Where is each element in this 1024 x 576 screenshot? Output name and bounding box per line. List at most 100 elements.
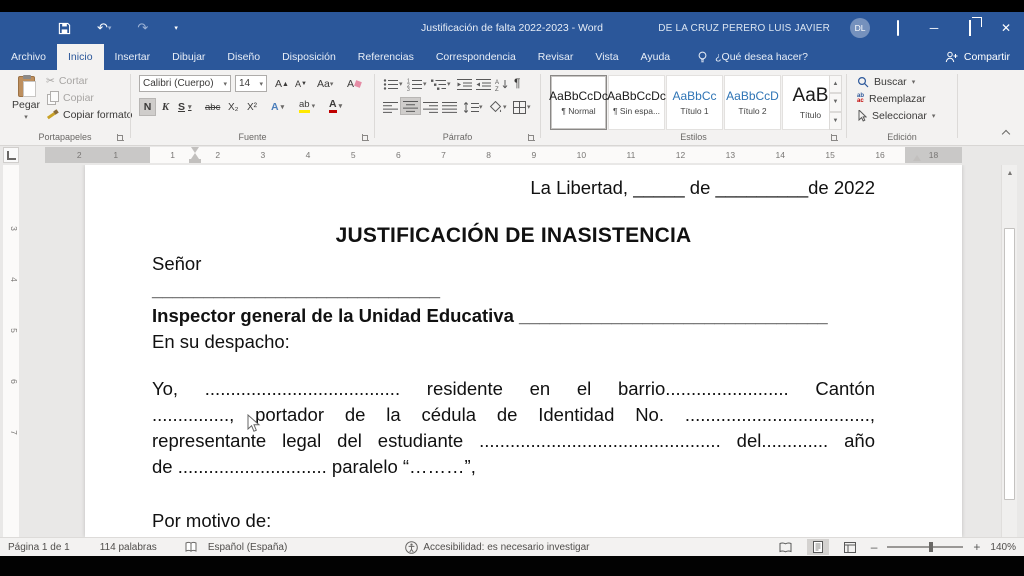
tab-inicio[interactable]: Inicio bbox=[57, 44, 104, 70]
font-name-combo[interactable]: Calibri (Cuerpo)▾ bbox=[139, 75, 231, 92]
font-size-combo[interactable]: 14▾ bbox=[235, 75, 267, 92]
bold-button[interactable]: N bbox=[139, 98, 156, 116]
tab-insertar[interactable]: Insertar bbox=[104, 44, 162, 70]
tab-stop-selector[interactable] bbox=[3, 147, 19, 163]
align-center-button[interactable] bbox=[400, 97, 421, 115]
sort-button[interactable]: AZ bbox=[493, 75, 511, 93]
shading-button[interactable]: ▾ bbox=[487, 98, 509, 116]
text-effects-button[interactable]: A▾ bbox=[269, 98, 286, 116]
shrink-font-button[interactable]: A▼ bbox=[293, 75, 309, 93]
justify-button[interactable] bbox=[440, 98, 459, 116]
tab-revisar[interactable]: Revisar bbox=[527, 44, 585, 70]
gallery-up-icon[interactable]: ▲ bbox=[829, 75, 842, 93]
clipboard-icon bbox=[18, 76, 35, 97]
italic-button[interactable]: K bbox=[160, 98, 171, 116]
numbering-button[interactable]: 123▾ bbox=[405, 75, 429, 93]
tab-vista[interactable]: Vista bbox=[584, 44, 629, 70]
superscript-button[interactable]: X² bbox=[245, 98, 259, 116]
style-sin-espaciado[interactable]: AaBbCcDc ¶ Sin espa... bbox=[608, 75, 665, 130]
zoom-level[interactable]: 140% bbox=[990, 542, 1016, 553]
collapse-ribbon-icon[interactable] bbox=[1002, 129, 1010, 137]
body-line: Yo, ....................................… bbox=[152, 376, 875, 402]
proofing-icon[interactable] bbox=[185, 541, 198, 553]
vertical-scrollbar[interactable]: ▲ bbox=[1001, 165, 1017, 537]
ruler-left-margin: 21 bbox=[45, 147, 150, 163]
tab-referencias[interactable]: Referencias bbox=[347, 44, 425, 70]
tab-diseno[interactable]: Diseño bbox=[216, 44, 271, 70]
zoom-out-button[interactable]: – bbox=[871, 540, 878, 554]
document-page[interactable]: La Libertad, _____ de _________de 2022 J… bbox=[85, 165, 962, 537]
paste-dropdown-icon[interactable]: ▾ bbox=[24, 113, 28, 121]
restore-icon[interactable] bbox=[962, 21, 978, 35]
multilevel-list-button[interactable]: ▾ bbox=[429, 75, 453, 93]
qat-customize-icon[interactable]: ▾ bbox=[174, 24, 178, 32]
font-color-button[interactable]: A▾ bbox=[327, 97, 344, 115]
find-button[interactable]: Buscar▾ bbox=[857, 76, 935, 88]
pilcrow-button[interactable]: ¶ bbox=[512, 74, 522, 92]
gallery-down-icon[interactable]: ▼ bbox=[829, 93, 842, 111]
bullets-button[interactable]: ▾ bbox=[381, 75, 405, 93]
read-mode-icon[interactable] bbox=[775, 539, 797, 555]
close-icon[interactable]: ✕ bbox=[998, 21, 1014, 35]
print-layout-icon[interactable] bbox=[807, 539, 829, 555]
vertical-ruler[interactable]: 34567 bbox=[3, 165, 19, 537]
zoom-slider[interactable] bbox=[887, 546, 963, 548]
change-case-button[interactable]: Aa▾ bbox=[315, 75, 335, 93]
account-name[interactable]: DE LA CRUZ PERERO LUIS JAVIER bbox=[658, 23, 830, 34]
statusbar-right: – + 140% bbox=[775, 539, 1024, 555]
strikethrough-button[interactable]: abc bbox=[203, 98, 222, 116]
paste-button[interactable]: Pegar ▾ bbox=[8, 74, 44, 132]
undo-button[interactable]: ↶▾ bbox=[97, 20, 111, 36]
avatar[interactable]: DL bbox=[850, 18, 870, 38]
increase-indent-button[interactable] bbox=[474, 75, 493, 93]
title-bar: Justificación de falta 2022-2023 - Word … bbox=[0, 12, 1024, 44]
left-indent-marker[interactable] bbox=[189, 159, 201, 163]
style-normal[interactable]: AaBbCcDc ¶ Normal bbox=[550, 75, 607, 130]
horizontal-ruler[interactable]: 21 12345678910111213141516 18 bbox=[45, 147, 962, 163]
ribbon-display-options-icon[interactable] bbox=[890, 21, 906, 35]
word-count[interactable]: 114 palabras bbox=[100, 542, 157, 553]
tab-dibujar[interactable]: Dibujar bbox=[161, 44, 216, 70]
portapapeles-dialog-launcher-icon[interactable] bbox=[117, 134, 124, 141]
document-salutation: Señor bbox=[152, 251, 875, 277]
cut-button: ✂Cortar bbox=[46, 75, 132, 87]
highlight-button[interactable]: ab▾ bbox=[297, 97, 317, 115]
tab-archivo[interactable]: Archivo bbox=[0, 44, 57, 70]
document-office-line: En su despacho: bbox=[152, 329, 875, 355]
language-indicator[interactable]: Español (España) bbox=[208, 542, 288, 553]
borders-button[interactable]: ▾ bbox=[511, 98, 533, 116]
style-titulo-2[interactable]: AaBbCcD Título 2 bbox=[724, 75, 781, 130]
web-layout-icon[interactable] bbox=[839, 539, 861, 555]
minimize-icon[interactable]: ─ bbox=[926, 21, 942, 35]
decrease-indent-button[interactable] bbox=[455, 75, 474, 93]
page-indicator[interactable]: Página 1 de 1 bbox=[8, 542, 70, 553]
select-button[interactable]: Seleccionar▾ bbox=[857, 110, 935, 122]
style-titulo-1[interactable]: AaBbCc Título 1 bbox=[666, 75, 723, 130]
save-icon[interactable] bbox=[58, 22, 71, 35]
zoom-in-button[interactable]: + bbox=[973, 540, 980, 554]
group-label-portapapeles: Portapapeles bbox=[0, 132, 130, 142]
tab-ayuda[interactable]: Ayuda bbox=[630, 44, 682, 70]
clear-formatting-button[interactable]: A bbox=[345, 75, 363, 93]
accessibility-status[interactable]: Accesibilidad: es necesario investigar bbox=[405, 541, 589, 554]
subscript-button[interactable]: X₂ bbox=[226, 98, 241, 116]
underline-button[interactable]: S▾ bbox=[176, 98, 194, 116]
right-indent-marker[interactable] bbox=[913, 155, 921, 161]
parrafo-dialog-launcher-icon[interactable] bbox=[528, 134, 535, 141]
scrollbar-thumb[interactable] bbox=[1004, 228, 1015, 500]
format-painter-button[interactable]: Copiar formato bbox=[46, 108, 132, 121]
replace-button[interactable]: abac Reemplazar bbox=[857, 93, 935, 105]
align-left-button[interactable] bbox=[381, 98, 400, 116]
align-right-button[interactable] bbox=[421, 98, 440, 116]
estilos-dialog-launcher-icon[interactable] bbox=[831, 134, 838, 141]
share-button[interactable]: Compartir bbox=[931, 44, 1024, 70]
grow-font-button[interactable]: A▲ bbox=[273, 75, 291, 93]
tab-disposicion[interactable]: Disposición bbox=[271, 44, 347, 70]
scroll-up-icon[interactable]: ▲ bbox=[1002, 165, 1018, 181]
gallery-more-icon[interactable]: ▼ bbox=[829, 112, 842, 130]
zoom-slider-thumb[interactable] bbox=[929, 542, 933, 552]
tab-correspondencia[interactable]: Correspondencia bbox=[425, 44, 527, 70]
fuente-dialog-launcher-icon[interactable] bbox=[362, 134, 369, 141]
tell-me-box[interactable]: ¿Qué desea hacer? bbox=[697, 44, 808, 70]
line-spacing-button[interactable]: ▾ bbox=[461, 98, 485, 116]
